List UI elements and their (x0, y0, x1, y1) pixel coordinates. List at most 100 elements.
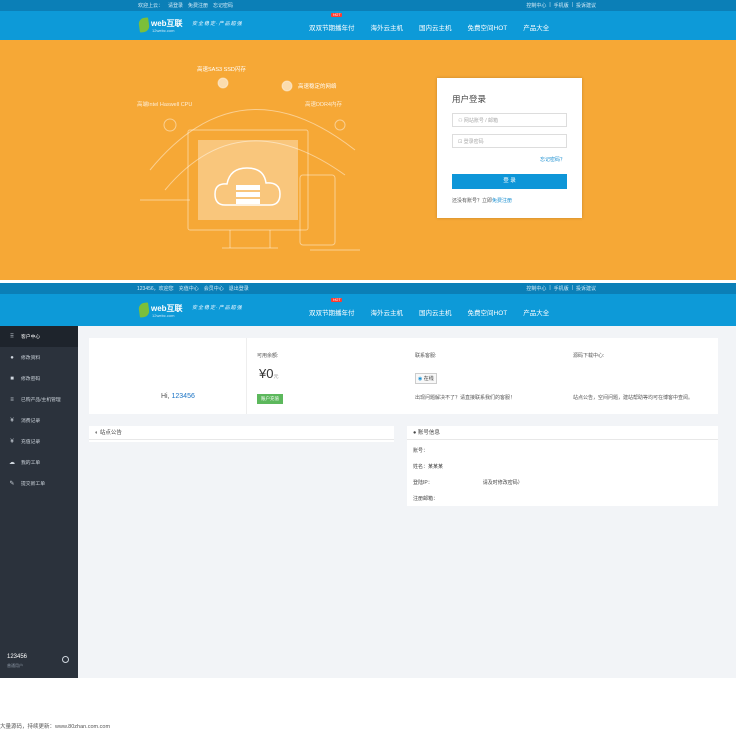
logo-sub-text: 12webc.com (152, 28, 175, 33)
nav-item-free-space[interactable]: 免费空间HOT (468, 22, 508, 32)
top-utility-bar: 欢迎上云： 请登录 免费注册 忘记密码 控制中心 | 手机版 | 投诉建议 (0, 0, 736, 11)
yen-circle-icon: ¥ (10, 438, 14, 445)
nav-item-domestic-cloud[interactable]: 国内云主机 (419, 307, 452, 317)
name-row: 姓名：某某某 (413, 464, 444, 470)
source-text: 站点公告，空间问题，建站帮助等均可在博客中查阅。 (573, 395, 694, 401)
user-icon: ● (10, 354, 14, 361)
notice-panel: ◐ 站点公告 (89, 426, 394, 442)
logo[interactable]: web互联 12webc.com (138, 17, 185, 35)
slogan: 安全稳定·产品超强 (192, 21, 243, 27)
sidebar-item-products[interactable]: ≡ 已购产品/主机管理 (0, 389, 78, 410)
login-link[interactable]: 请登录 (168, 2, 183, 9)
account-row: 账号： (413, 448, 429, 454)
account-panel: ● 账号信息 账号： 姓名：某某某 登陆IP： 请及时修改密码） 注册邮箱： (407, 426, 718, 506)
footer (0, 678, 736, 731)
email-row: 注册邮箱： (413, 496, 439, 502)
volume-icon: ◐ (95, 430, 99, 436)
complaint-link[interactable]: 投诉建议 (576, 2, 596, 9)
sidebar-item-customer-center[interactable]: ⠿ 客户中心 (0, 326, 78, 347)
main-nav-2: web互联 12webc.com 安全稳定·产品超强 HOT 双双节期播年付 海外… (0, 294, 736, 326)
leaf-logo-icon (138, 17, 150, 33)
control-center-link[interactable]: 控制中心 (526, 2, 546, 9)
lock-icon: ■ (10, 375, 14, 382)
summary-card: Hi, 123456 可用余额: ¥0元 账户充值 联系客服: ◉ 在线 出现问… (89, 338, 718, 414)
service-text: 出现问题解决不了？请直接联系我们的客服！ (415, 395, 516, 401)
greeting: Hi, 123456 (161, 393, 195, 400)
separator: | (571, 2, 573, 8)
sidebar-item-consumption[interactable]: ¥ 消费记录 (0, 410, 78, 431)
welcome-text: 欢迎上云： (138, 3, 164, 9)
feature-memory: 高速DDR4内存 (305, 102, 342, 108)
login-title: 用户登录 (452, 94, 487, 104)
account-header: ● 账号信息 (407, 426, 718, 440)
forgot-password-link[interactable]: 忘记密码 (213, 2, 233, 9)
sidebar-item-recharge-records[interactable]: ¥ 充值记录 (0, 431, 78, 452)
separator: | (549, 285, 551, 291)
leaf-logo-icon (138, 302, 150, 318)
main-nav: web互联 12webc.com 安全稳定·产品超强 HOT 双双节期播年付 海外… (0, 11, 736, 40)
slogan: 安全稳定·产品超强 (192, 305, 243, 311)
member-center-link[interactable]: 会员中心 (204, 285, 224, 292)
nav-item-free-space[interactable]: 免费空间HOT (468, 307, 508, 317)
nav-item-promo[interactable]: HOT 双双节期播年付 (309, 298, 355, 317)
control-center-link[interactable]: 控制中心 (526, 285, 546, 292)
complaint-link[interactable]: 投诉建议 (576, 285, 596, 292)
recharge-center-link[interactable]: 充值中心 (179, 285, 199, 292)
topbar2-right-links: 控制中心 | 手机版 | 投诉建议 (526, 285, 596, 292)
feature-cpu: 高端Intel Haswell CPU (137, 102, 193, 108)
sidebar-item-new-ticket[interactable]: ✎ 提交新工单 (0, 473, 78, 494)
sidebar-item-my-tickets[interactable]: ☁ 我的工单 (0, 452, 78, 473)
sidebar-item-change-password[interactable]: ■ 修改密码 (0, 368, 78, 389)
pencil-icon: ✎ (9, 480, 15, 487)
recharge-button[interactable]: 账户充值 (257, 394, 283, 404)
mobile-link[interactable]: 手机版 (554, 285, 569, 292)
separator: | (571, 285, 573, 291)
balance-amount: ¥0元 (259, 366, 279, 381)
balance-label: 可用余额: (257, 353, 279, 359)
ip-row: 登陆IP： 请及时修改密码） (413, 480, 523, 486)
cloud-icon: ☁ (9, 459, 15, 466)
register-prompt: 还没有账号？立即免费注册 (452, 198, 513, 204)
free-register-link[interactable]: 免费注册 (492, 198, 512, 204)
feature-network: 高速稳定的网络 (298, 84, 337, 90)
nav-menu: HOT 双双节期播年付 海外云主机 国内云主机 免费空间HOT 产品大全 (309, 13, 549, 32)
forgot-password-link[interactable]: 忘记密码？ (540, 156, 565, 163)
sidebar-role: 普通用户 (7, 663, 23, 668)
notice-header: ◐ 站点公告 (89, 426, 394, 440)
footer-text: 大量源码，持续更新：www.80zhan.com.com (0, 724, 111, 730)
user-utility-bar: 123456，欢迎您 充值中心 会员中心 退出登录 控制中心 | 手机版 | 投… (0, 283, 736, 294)
password-input[interactable]: ⊡ 登录密码 (452, 134, 567, 148)
sidebar-item-edit-profile[interactable]: ● 修改资料 (0, 347, 78, 368)
login-button[interactable]: 登 录 (452, 174, 567, 189)
nav-item-overseas-cloud[interactable]: 海外云主机 (371, 307, 404, 317)
chat-icon: ● (413, 430, 417, 436)
qq-icon: ◉ (418, 376, 423, 382)
divider (246, 338, 247, 414)
sidebar: ⠿ 客户中心 ● 修改资料 ■ 修改密码 ≡ 已购产品/主机管理 ¥ 消费记录 ¥ 充值记录… (0, 326, 78, 678)
register-link[interactable]: 免费注册 (188, 2, 208, 9)
user-links: 123456，欢迎您 充值中心 会员中心 退出登录 (137, 285, 249, 292)
username-input[interactable]: ⚇ 网站账号 / 邮箱 (452, 113, 567, 127)
logout-link[interactable]: 退出登录 (229, 285, 249, 292)
user-welcome: 123456，欢迎您 (137, 286, 174, 292)
topbar-left-links: 欢迎上云： 请登录 免费注册 忘记密码 (138, 2, 233, 9)
list-icon: ≡ (10, 396, 14, 403)
feature-ssd: 高速SAS3 SSD闪存 (197, 67, 246, 73)
nav-item-overseas-cloud[interactable]: 海外云主机 (371, 22, 404, 32)
nav-item-domestic-cloud[interactable]: 国内云主机 (419, 22, 452, 32)
nav-item-promo[interactable]: HOT 双双节期播年付 (309, 13, 355, 32)
nav-item-all-products[interactable]: 产品大全 (523, 307, 549, 317)
source-label: 源码下载中心: (573, 353, 605, 359)
service-label: 联系客服: (415, 353, 437, 359)
hot-badge: HOT (331, 13, 343, 17)
nav-item-all-products[interactable]: 产品大全 (523, 22, 549, 32)
yen-icon: ¥ (10, 417, 14, 424)
qq-online-button[interactable]: ◉ 在线 (415, 373, 437, 384)
logo[interactable]: web互联 12webc.com (138, 302, 185, 320)
main-content: Hi, 123456 可用余额: ¥0元 账户充值 联系客服: ◉ 在线 出现问… (78, 326, 736, 678)
separator: | (549, 2, 551, 8)
power-icon[interactable] (62, 656, 69, 663)
hot-badge: HOT (331, 298, 343, 302)
mobile-link[interactable]: 手机版 (554, 2, 569, 9)
login-card: 用户登录 ⚇ 网站账号 / 邮箱 ⊡ 登录密码 忘记密码？ 登 录 还没有账号？… (437, 78, 582, 218)
